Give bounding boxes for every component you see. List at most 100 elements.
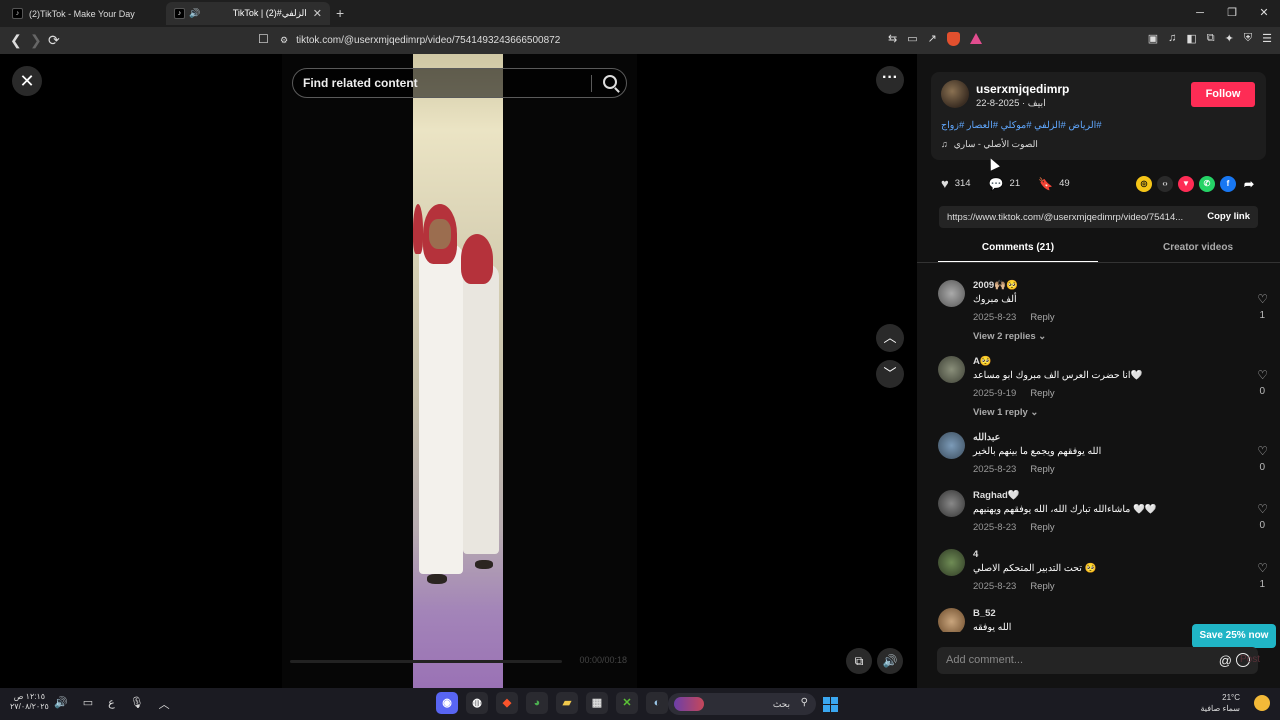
view-replies-button[interactable]: View 1 reply ⌄ (973, 407, 1038, 418)
commenter-name[interactable]: B_52 (973, 608, 996, 619)
send-to-friend-icon[interactable]: ▼ (1178, 176, 1194, 192)
taskbar-search[interactable]: بحث ⚲ (668, 693, 816, 715)
music-info[interactable]: ♫ الصوت الأصلي - ساري (941, 139, 1038, 150)
xbox-app-icon[interactable]: ✕ (616, 692, 638, 714)
more-options-icon[interactable]: ··· (876, 66, 904, 94)
close-tab-icon[interactable]: ✕ (313, 7, 322, 20)
commenter-avatar[interactable] (938, 608, 965, 632)
leo-ai-icon[interactable]: ✦ (1225, 32, 1234, 45)
next-video-button[interactable]: ﹀ (876, 360, 904, 388)
creator-username[interactable]: userxmjqedimrp (976, 82, 1069, 96)
close-video-button[interactable]: ✕ (12, 66, 42, 96)
sidebar-icon[interactable]: ◧ (1186, 32, 1196, 45)
taskbar-clock[interactable]: ١٢:١٥ ص ٢٧/٠٨/٢٠٢٥ (10, 692, 49, 712)
browser-tab-tiktok-home[interactable]: ♪ (2)TikTok - Make Your Day (4, 2, 164, 25)
microphone-tray-icon[interactable]: 🎙 (130, 696, 144, 712)
cast-icon[interactable]: ▭ (907, 32, 917, 46)
more-share-icon[interactable]: ➦ (1241, 176, 1257, 192)
new-tab-icon[interactable]: + (336, 5, 344, 21)
commenter-avatar[interactable] (938, 549, 965, 576)
store-app-icon[interactable]: ▦ (586, 692, 608, 714)
commenter-name[interactable]: عبدالله (973, 432, 1000, 443)
network-tray-icon[interactable]: ▭ (83, 696, 93, 712)
volume-tray-icon[interactable]: 🔊 (54, 696, 68, 712)
reply-button[interactable]: Reply (1030, 312, 1054, 323)
commenter-name[interactable]: 4 (973, 549, 978, 560)
comment-list[interactable]: 2009🙌🏼🥺 ألف مبروك 2025-8-23 Reply ♡ 1 Vie… (917, 264, 1280, 632)
language-tray-icon[interactable]: ع (108, 696, 115, 712)
comment-like-icon[interactable]: ♡ (1257, 292, 1268, 306)
menu-icon[interactable]: ☰ (1262, 32, 1272, 45)
comment-text: ماشاءالله تبارك الله، الله يوفقهم ويهنيه… (973, 504, 1157, 515)
commenter-avatar[interactable] (938, 356, 965, 383)
whatsapp-icon[interactable]: ✆ (1199, 176, 1215, 192)
comment-like-icon[interactable]: ♡ (1257, 444, 1268, 458)
translate-icon[interactable]: ⇆ (888, 32, 897, 46)
file-explorer-app-icon[interactable]: ▰ (556, 692, 578, 714)
bookmark-icon[interactable]: ☐ (258, 32, 269, 46)
reply-button[interactable]: Reply (1030, 388, 1054, 399)
add-comment-input[interactable]: Add comment... @ (937, 647, 1258, 674)
video-player[interactable]: Find related content 00:00/00:18 (282, 54, 637, 688)
music-icon[interactable]: ♫ (1168, 32, 1176, 45)
minimize-icon[interactable]: ─ (1184, 0, 1216, 27)
post-button[interactable]: Post (1240, 654, 1260, 665)
back-icon[interactable]: ❮ (10, 32, 22, 49)
comment-stat[interactable]: 💬 21 (989, 177, 1021, 191)
save-stat[interactable]: 🔖 49 (1038, 177, 1070, 191)
embed-icon[interactable]: ‹› (1157, 176, 1173, 192)
creator-avatar[interactable] (941, 80, 969, 108)
commenter-avatar[interactable] (938, 432, 965, 459)
github-app-icon[interactable]: ◍ (466, 692, 488, 714)
reply-button[interactable]: Reply (1030, 581, 1054, 592)
steam-app-icon[interactable]: ◐ (646, 692, 668, 714)
maximize-icon[interactable]: ❐ (1216, 0, 1248, 27)
bookmark-icon: 🔖 (1038, 176, 1054, 191)
brave-rewards-icon[interactable] (969, 33, 982, 44)
site-info-icon[interactable]: ⚙ (280, 35, 288, 46)
forward-icon[interactable]: ❯ (30, 32, 42, 49)
reload-icon[interactable]: ⟳ (48, 32, 60, 49)
volume-icon[interactable]: 🔊 (877, 648, 903, 674)
previous-video-button[interactable]: ︿ (876, 324, 904, 352)
tabs-icon[interactable]: ⧉ (1207, 32, 1215, 45)
browser-tab-tiktok-video[interactable]: ♪ 🔊 TikTok | الزلفي#(2) ✕ (166, 2, 330, 25)
share-icon[interactable]: ↗ (928, 32, 937, 46)
find-related-search[interactable]: Find related content (292, 68, 627, 98)
follow-button[interactable]: Follow (1191, 82, 1255, 107)
discord-app-icon[interactable]: ◉ (436, 692, 458, 714)
mention-icon[interactable]: @ (1219, 647, 1232, 674)
copy-link-button[interactable]: Copy link (1207, 211, 1250, 222)
comment-like-icon[interactable]: ♡ (1257, 561, 1268, 575)
close-window-icon[interactable]: ✕ (1248, 0, 1280, 27)
commenter-name[interactable]: A🥺 (973, 356, 992, 367)
reply-button[interactable]: Reply (1030, 464, 1054, 475)
commenter-avatar[interactable] (938, 280, 965, 307)
facebook-icon[interactable]: f (1220, 176, 1236, 192)
video-frame (413, 54, 503, 688)
show-hidden-icons-icon[interactable]: ︿ (159, 696, 170, 712)
vpn-icon[interactable]: ⛨ (1244, 32, 1252, 45)
video-progress-bar[interactable] (290, 660, 562, 663)
commenter-name[interactable]: 2009🙌🏼🥺 (973, 280, 1018, 291)
chrome-app-icon[interactable]: ◕ (526, 692, 548, 714)
video-hashtags[interactable]: #الرياض #الزلفي #موكلي #العصار #زواج (941, 120, 1102, 131)
save-promo-button[interactable]: Save 25% now (1192, 624, 1276, 648)
weather-widget[interactable]: 21°C سماء صافية (1200, 692, 1240, 714)
wallet-icon[interactable]: ▣ (1148, 32, 1158, 45)
tab-comments[interactable]: Comments (21) (938, 242, 1098, 253)
floating-player-icon[interactable]: ⧉ (846, 648, 872, 674)
brave-shield-icon[interactable] (946, 32, 960, 46)
commenter-avatar[interactable] (938, 490, 965, 517)
coin-icon[interactable]: ◎ (1136, 176, 1152, 192)
search-icon[interactable] (603, 75, 617, 89)
comment-like-icon[interactable]: ♡ (1257, 368, 1268, 382)
commenter-name[interactable]: Raghad🤍 (973, 490, 1020, 501)
comment-like-icon[interactable]: ♡ (1257, 502, 1268, 516)
reply-button[interactable]: Reply (1030, 522, 1054, 533)
brave-app-icon[interactable]: ◆ (496, 692, 518, 714)
like-stat[interactable]: ♥ 314 (941, 176, 971, 191)
windows-start-icon[interactable] (823, 697, 838, 712)
view-replies-button[interactable]: View 2 replies ⌄ (973, 331, 1046, 342)
tab-creator-videos[interactable]: Creator videos (1118, 242, 1278, 253)
